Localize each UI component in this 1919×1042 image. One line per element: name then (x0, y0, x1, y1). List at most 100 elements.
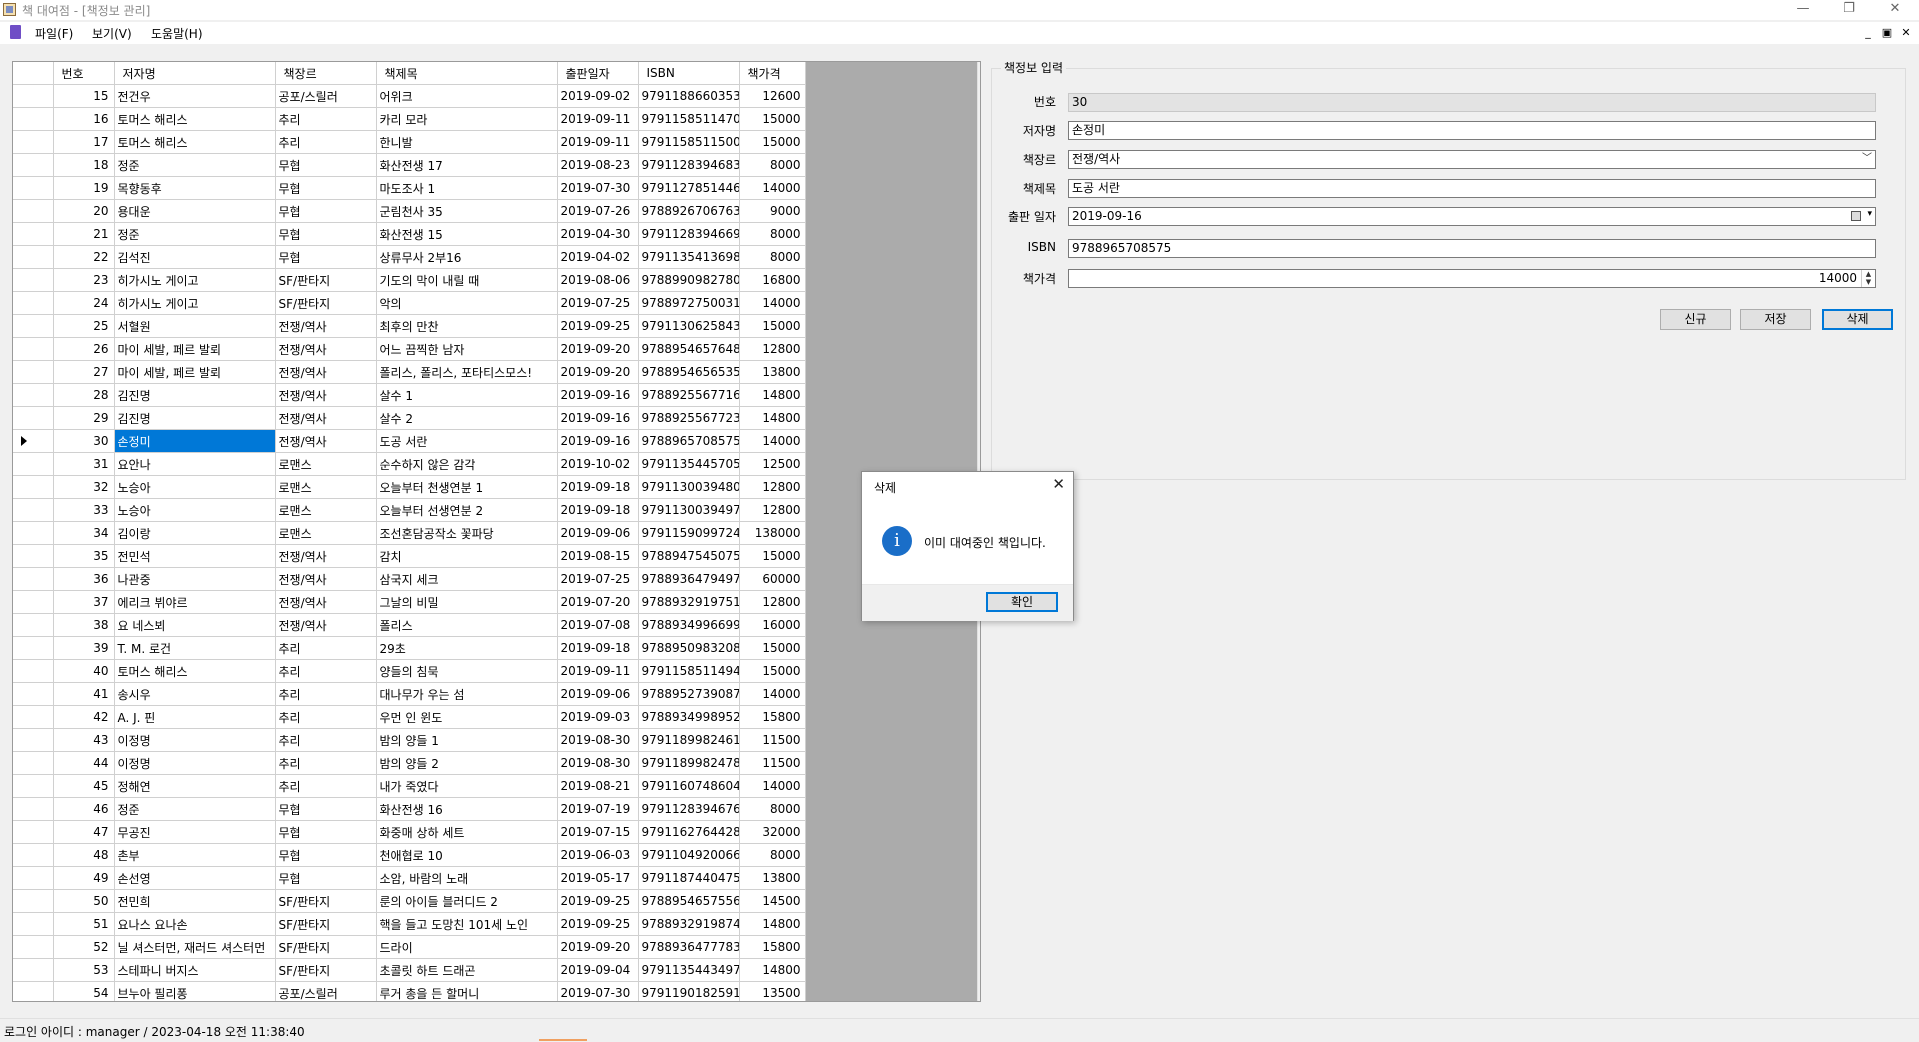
cell-id[interactable]: 29 (53, 406, 115, 430)
cell-pub-date[interactable]: 2019-07-30 (557, 176, 639, 200)
cell-title[interactable]: 살수 2 (376, 406, 558, 430)
cell-isbn[interactable]: 9791128394683 (638, 153, 740, 177)
mdi-close-button[interactable]: ✕ (1899, 26, 1913, 39)
cell-pub-date[interactable]: 2019-07-20 (557, 590, 639, 614)
cell-genre[interactable]: 추리 (275, 751, 377, 775)
cell-title[interactable]: 어느 끔찍한 남자 (376, 337, 558, 361)
cell-id[interactable]: 49 (53, 866, 115, 890)
cell-pub-date[interactable]: 2019-08-21 (557, 774, 639, 798)
cell-genre[interactable]: 추리 (275, 107, 377, 131)
cell-genre[interactable]: 전쟁/역사 (275, 314, 377, 338)
cell-genre[interactable]: 무협 (275, 245, 377, 269)
cell-id[interactable]: 25 (53, 314, 115, 338)
book-table[interactable]: 번호 저자명 책장르 책제목 출판일자 ISBN 책가격 15 전건우 공포/스릴러… (13, 62, 806, 1001)
cell-author[interactable]: 무공진 (114, 820, 276, 844)
cell-title[interactable]: 룬의 아이들 블러디드 2 (376, 889, 558, 913)
row-header[interactable] (13, 889, 54, 913)
cell-title[interactable]: 화산전생 15 (376, 222, 558, 246)
cell-isbn[interactable]: 9791159099724 (638, 521, 740, 545)
row-header[interactable] (13, 107, 54, 131)
cell-price[interactable]: 12600 (739, 84, 806, 108)
cell-genre[interactable]: 로맨스 (275, 521, 377, 545)
cell-genre[interactable]: SF/판타지 (275, 912, 377, 936)
cell-price[interactable]: 11500 (739, 751, 806, 775)
row-header[interactable] (13, 429, 54, 453)
mdi-minimize-button[interactable]: _ (1861, 26, 1875, 39)
cell-genre[interactable]: 전쟁/역사 (275, 406, 377, 430)
cell-isbn[interactable]: 9788954656535 (638, 360, 740, 384)
row-header[interactable] (13, 544, 54, 568)
cell-id[interactable]: 44 (53, 751, 115, 775)
cell-title[interactable]: 살수 1 (376, 383, 558, 407)
cell-genre[interactable]: 무협 (275, 153, 377, 177)
row-header[interactable] (13, 452, 54, 476)
cell-author[interactable]: 송시우 (114, 682, 276, 706)
cell-pub-date[interactable]: 2019-08-30 (557, 728, 639, 752)
cell-isbn[interactable]: 9791187440475 (638, 866, 740, 890)
cell-price[interactable]: 14800 (739, 406, 806, 430)
cell-id[interactable]: 42 (53, 705, 115, 729)
cell-isbn[interactable]: 9788926706763 (638, 199, 740, 223)
cell-id[interactable]: 27 (53, 360, 115, 384)
cell-author[interactable]: 요안나 (114, 452, 276, 476)
cell-price[interactable]: 12800 (739, 337, 806, 361)
cell-genre[interactable]: 추리 (275, 728, 377, 752)
dialog-ok-button[interactable]: 확인 (986, 592, 1058, 612)
cell-pub-date[interactable]: 2019-05-17 (557, 866, 639, 890)
cell-genre[interactable]: 공포/스릴러 (275, 84, 377, 108)
book-grid[interactable]: 번호 저자명 책장르 책제목 출판일자 ISBN 책가격 15 전건우 공포/스릴러… (12, 61, 981, 1002)
cell-price[interactable]: 14800 (739, 912, 806, 936)
table-row[interactable]: 24 히가시노 게이고 SF/판타지 악의 2019-07-25 978897275003… (13, 291, 806, 315)
cell-id[interactable]: 35 (53, 544, 115, 568)
row-header[interactable] (13, 245, 54, 269)
cell-id[interactable]: 36 (53, 567, 115, 591)
cell-price[interactable]: 12500 (739, 452, 806, 476)
cell-price[interactable]: 14000 (739, 291, 806, 315)
cell-pub-date[interactable]: 2019-07-19 (557, 797, 639, 821)
table-row[interactable]: 28 김진명 전쟁/역사 살수 1 2019-09-16 9788925567716 148… (13, 383, 806, 407)
cell-pub-date[interactable]: 2019-09-04 (557, 958, 639, 982)
cell-author[interactable]: 전건우 (114, 84, 276, 108)
column-header[interactable]: 저자명 (114, 62, 276, 85)
cell-id[interactable]: 38 (53, 613, 115, 637)
cell-price[interactable]: 14800 (739, 958, 806, 982)
row-header[interactable] (13, 843, 54, 867)
cell-genre[interactable]: 전쟁/역사 (275, 337, 377, 361)
cell-pub-date[interactable]: 2019-09-25 (557, 314, 639, 338)
author-field[interactable]: 손정미 (1068, 121, 1876, 140)
cell-price[interactable]: 15000 (739, 636, 806, 660)
cell-price[interactable]: 15800 (739, 705, 806, 729)
row-header[interactable] (13, 314, 54, 338)
row-header[interactable] (13, 153, 54, 177)
cell-id[interactable]: 28 (53, 383, 115, 407)
cell-pub-date[interactable]: 2019-09-18 (557, 636, 639, 660)
cell-price[interactable]: 14800 (739, 383, 806, 407)
table-row[interactable]: 23 히가시노 게이고 SF/판타지 기도의 막이 내릴 때 2019-08-06 978… (13, 268, 806, 292)
cell-isbn[interactable]: 9788947545075 (638, 544, 740, 568)
table-row[interactable]: 32 노승아 로맨스 오늘부터 천생연분 1 2019-09-18 97911300394… (13, 475, 806, 499)
cell-price[interactable]: 32000 (739, 820, 806, 844)
cell-author[interactable]: 촌부 (114, 843, 276, 867)
cell-title[interactable]: 어위크 (376, 84, 558, 108)
cell-pub-date[interactable]: 2019-08-30 (557, 751, 639, 775)
chevron-down-icon[interactable]: ﹀ (1862, 151, 1872, 166)
table-row[interactable]: 40 토머스 해리스 추리 양들의 침묵 2019-09-11 9791158511494… (13, 659, 806, 683)
cell-author[interactable]: 김진명 (114, 406, 276, 430)
cell-author[interactable]: 이정명 (114, 728, 276, 752)
cell-genre[interactable]: 무협 (275, 176, 377, 200)
cell-pub-date[interactable]: 2019-07-25 (557, 567, 639, 591)
cell-genre[interactable]: 로맨스 (275, 475, 377, 499)
cell-price[interactable]: 13500 (739, 981, 806, 1001)
cell-genre[interactable]: 전쟁/역사 (275, 613, 377, 637)
cell-id[interactable]: 30 (53, 429, 115, 453)
row-header[interactable] (13, 705, 54, 729)
column-header[interactable]: 출판일자 (557, 62, 639, 85)
cell-pub-date[interactable]: 2019-08-23 (557, 153, 639, 177)
row-header[interactable] (13, 866, 54, 890)
cell-genre[interactable]: 로맨스 (275, 498, 377, 522)
table-row[interactable]: 49 손선영 무협 소암, 바람의 노래 2019-05-17 9791187440475… (13, 866, 806, 890)
row-header[interactable] (13, 199, 54, 223)
cell-genre[interactable]: 추리 (275, 774, 377, 798)
row-header[interactable] (13, 84, 54, 108)
cell-isbn[interactable]: 9791189982478 (638, 751, 740, 775)
